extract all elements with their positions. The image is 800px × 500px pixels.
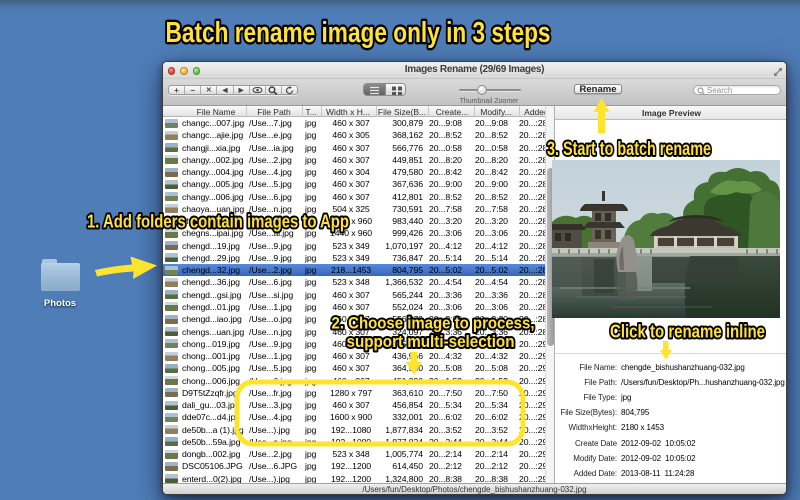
svg-text:Click to rename inline: Click to rename inline (610, 321, 765, 342)
svg-text:2. Choose image to process,: 2. Choose image to process, (332, 315, 535, 333)
svg-text:3. Start to batch rename: 3. Start to batch rename (547, 139, 711, 160)
svg-text:1. Add folders contain images: 1. Add folders contain images to App (87, 212, 349, 232)
svg-text:Batch rename image only in 3 s: Batch rename image only in 3 steps (166, 17, 551, 49)
svg-text:support multi-selection: support multi-selection (347, 333, 515, 351)
